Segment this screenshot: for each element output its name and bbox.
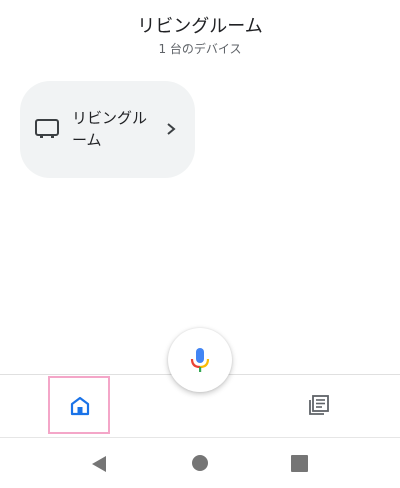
tv-icon — [35, 119, 59, 138]
page-header: リビングルーム 1 台のデバイス — [0, 14, 400, 57]
back-icon[interactable] — [89, 454, 109, 474]
screen: リビングルーム 1 台のデバイス リビングルーム — [0, 0, 400, 488]
assistant-mic-button[interactable] — [168, 328, 232, 392]
device-count: 1 台のデバイス — [158, 42, 242, 56]
chevron-right-icon — [167, 123, 176, 135]
page-title: リビングルーム — [137, 16, 263, 37]
home-icon — [70, 396, 90, 416]
room-card[interactable]: リビングルーム — [20, 81, 195, 178]
nav-feed-tab[interactable] — [302, 389, 336, 423]
nav-home-tab[interactable] — [48, 376, 110, 434]
home-circle-icon[interactable] — [191, 454, 209, 472]
recents-icon[interactable] — [291, 455, 308, 472]
system-navigation-bar — [0, 437, 400, 488]
feed-icon — [309, 395, 329, 415]
microphone-icon — [190, 348, 210, 372]
room-label: リビングルーム — [72, 109, 148, 149]
